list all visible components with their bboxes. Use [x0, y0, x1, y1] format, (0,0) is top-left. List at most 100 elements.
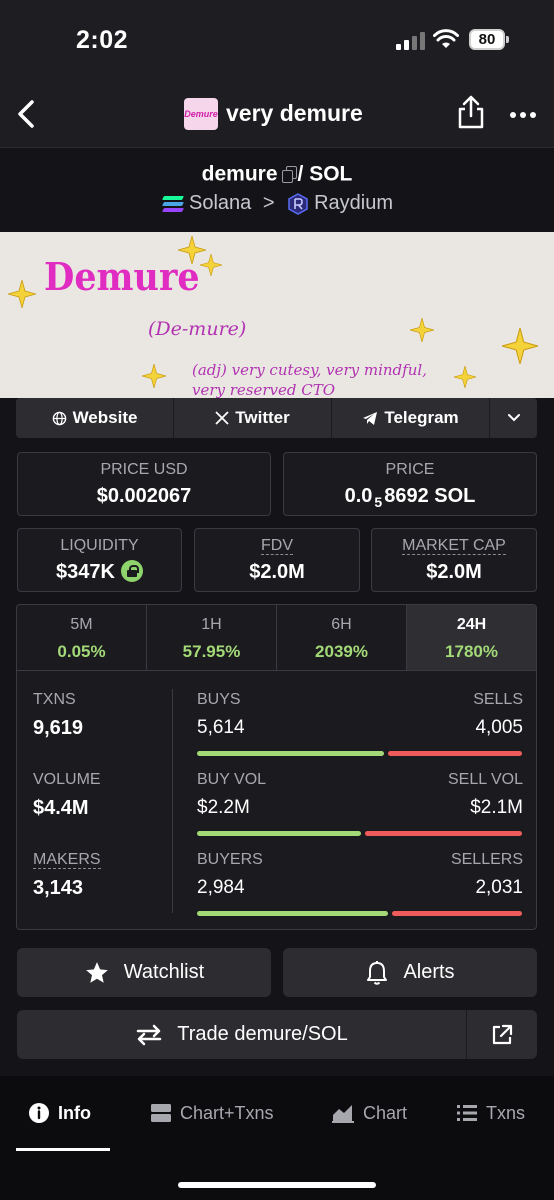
home-indicator[interactable]	[178, 1182, 376, 1188]
sell-vol-value: $2.1M	[470, 797, 523, 818]
trading-stats-panel: 5M 0.05% 1H 57.95% 6H 2039% 24H 1780% TXNS 9…	[16, 604, 537, 930]
sells-label: SELLS	[473, 691, 523, 708]
volume-row: VOLUME $4.4M BUY VOL $2.2M SELL VOL $2.1…	[17, 771, 536, 841]
sellers-bar	[392, 911, 522, 916]
tab-chart[interactable]: Chart	[331, 1100, 407, 1126]
alerts-button[interactable]: Alerts	[283, 948, 537, 997]
external-link-icon	[492, 1024, 513, 1044]
sells-value: 4,005	[475, 717, 523, 738]
sell-vol-bar	[365, 831, 522, 836]
globe-icon	[52, 411, 66, 425]
txns-row: TXNS 9,619 BUYS 5,614 SELLS 4,005	[17, 691, 536, 761]
swap-arrows-icon	[137, 1024, 162, 1045]
fdv-value: $2.0M	[249, 561, 305, 583]
list-icon	[457, 1105, 477, 1121]
buys-label: BUYS	[197, 691, 241, 708]
buy-vol-label: BUY VOL	[197, 771, 267, 788]
base-token: demure	[201, 162, 278, 186]
banner-definition: (adj) very cutesy, very mindful, very re…	[192, 361, 427, 398]
banner-pronunciation: (De-mure)	[148, 318, 247, 340]
sell-ratio-bar	[388, 751, 522, 756]
makers-value: 3,143	[33, 877, 84, 899]
tab-6h[interactable]: 6H 2039%	[277, 605, 407, 670]
sellers-label: SELLERS	[450, 851, 523, 868]
lock-icon[interactable]	[120, 559, 143, 582]
more-options-icon[interactable]	[510, 112, 538, 120]
status-time: 2:02	[76, 26, 129, 54]
price-native-label: PRICE	[385, 461, 435, 478]
back-arrow-icon[interactable]	[10, 94, 44, 134]
fdv-label[interactable]: FDV	[261, 537, 293, 555]
price-usd-card: PRICE USD $0.002067	[17, 452, 271, 516]
liquidity-card: LIQUIDITY $347K	[17, 528, 182, 592]
price-native-card: PRICE 0.0 5 8692 SOL	[283, 452, 537, 516]
tab-txns[interactable]: Txns	[456, 1100, 525, 1126]
tab-5m[interactable]: 5M 0.05%	[17, 605, 147, 670]
volume-label: VOLUME	[33, 771, 101, 788]
twitter-link[interactable]: Twitter	[174, 398, 332, 438]
buyers-value: 2,984	[197, 877, 245, 898]
status-bar: 2:02 80	[0, 0, 554, 80]
price-usd-value: $0.002067	[96, 485, 192, 507]
timeframe-tabs: 5M 0.05% 1H 57.95% 6H 2039% 24H 1780%	[17, 605, 536, 671]
telegram-link[interactable]: Telegram	[332, 398, 490, 438]
volume-value: $4.4M	[33, 797, 89, 819]
txns-label: TXNS	[33, 691, 76, 708]
links-expand-button[interactable]	[490, 398, 537, 438]
liquidity-value: $347K	[18, 559, 181, 584]
tab-info[interactable]: Info	[28, 1100, 91, 1126]
raydium-icon	[288, 192, 308, 215]
watchlist-button[interactable]: Watchlist	[17, 948, 271, 997]
token-logo: Demure	[184, 98, 218, 130]
layout-icon	[151, 1104, 171, 1122]
website-link[interactable]: Website	[16, 398, 174, 438]
chevron-down-icon	[507, 414, 520, 422]
tab-1h[interactable]: 1H 57.95%	[147, 605, 277, 670]
buyers-bar	[197, 911, 388, 916]
sparkle-icon	[410, 318, 434, 342]
copy-icon[interactable]	[281, 166, 297, 184]
buy-vol-value: $2.2M	[197, 797, 250, 818]
sellers-value: 2,031	[475, 877, 523, 898]
price-usd-label: PRICE USD	[100, 461, 188, 478]
social-links-bar: Website Twitter Telegram	[16, 398, 537, 438]
banner-title: Demure	[44, 254, 200, 299]
open-external-button[interactable]	[466, 1010, 537, 1059]
top-nav-bar: Demure very demure	[0, 80, 554, 148]
tab-24h[interactable]: 24H 1780%	[407, 605, 536, 670]
buy-ratio-bar	[197, 751, 384, 756]
solana-icon	[161, 195, 184, 213]
pair-separator: /	[297, 162, 304, 186]
bell-icon	[367, 960, 388, 985]
chain-breadcrumb: Solana > Raydium	[0, 192, 554, 215]
wifi-icon	[433, 29, 459, 48]
buyers-label: BUYERS	[197, 851, 263, 868]
sparkle-icon	[454, 366, 476, 388]
market-cap-label[interactable]: MARKET CAP	[402, 537, 506, 555]
sparkle-icon	[200, 254, 222, 276]
area-chart-icon	[332, 1105, 354, 1123]
trade-button[interactable]: Trade demure/SOL	[17, 1010, 537, 1059]
makers-row: MAKERS 3,143 BUYERS 2,984 SELLERS 2,031	[17, 851, 536, 921]
tab-chart-txns[interactable]: Chart+Txns	[150, 1100, 274, 1126]
sparkle-icon	[502, 328, 538, 364]
dex-link[interactable]: Raydium	[314, 192, 393, 214]
chevron-right-icon: >	[262, 192, 275, 215]
telegram-icon	[363, 411, 378, 425]
cellular-signal-icon	[396, 31, 426, 50]
token-banner-image: Demure (De-mure) (adj) very cutesy, very…	[0, 232, 554, 398]
makers-label[interactable]: MAKERS	[33, 851, 101, 869]
chain-link[interactable]: Solana	[189, 192, 251, 214]
market-cap-card: MARKET CAP $2.0M	[371, 528, 537, 592]
txns-value: 9,619	[33, 717, 84, 739]
star-icon	[85, 961, 108, 983]
pair-header: demure / SOL Solana > Raydium	[0, 148, 554, 232]
active-tab-indicator	[16, 1148, 110, 1151]
sell-vol-label: SELL VOL	[447, 771, 523, 788]
fdv-card: FDV $2.0M	[194, 528, 360, 592]
market-cap-value: $2.0M	[426, 561, 482, 583]
buy-vol-bar	[197, 831, 361, 836]
battery-icon: 80	[469, 29, 509, 50]
price-native-value: 0.0 5 8692 SOL	[344, 485, 476, 510]
share-icon[interactable]	[456, 94, 486, 130]
